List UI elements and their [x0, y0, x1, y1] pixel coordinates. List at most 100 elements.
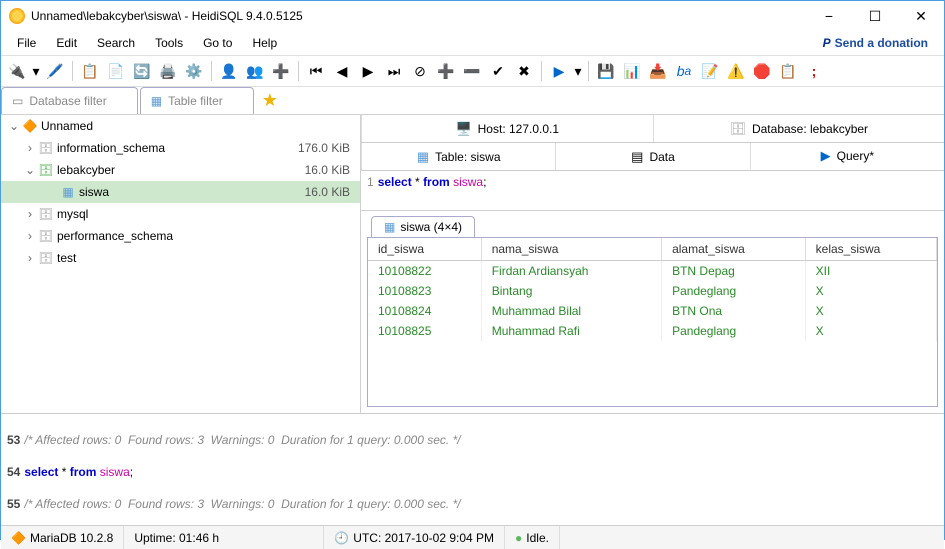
- table-icon: ▦: [417, 149, 429, 165]
- sql-editor[interactable]: 1select * from siswa;: [361, 171, 944, 211]
- expand-icon[interactable]: ⌄: [23, 163, 37, 177]
- menu-help[interactable]: Help: [242, 34, 287, 52]
- donate-link[interactable]: P Send a donation: [823, 36, 938, 50]
- expand-icon[interactable]: ›: [23, 229, 37, 243]
- table-row[interactable]: 10108825Muhammad RafiPandeglangX: [368, 321, 937, 341]
- tool-user-icon[interactable]: 👤: [217, 59, 241, 83]
- tool-format-icon[interactable]: ba: [672, 59, 696, 83]
- clock-icon: 🕘: [334, 531, 349, 545]
- tool-new-icon[interactable]: 🖊️: [43, 59, 67, 83]
- database-icon: 🗄: [37, 141, 55, 155]
- database-icon: 🗄: [37, 229, 55, 243]
- tool-print-icon[interactable]: 🖨️: [156, 59, 180, 83]
- col-header[interactable]: alamat_siswa: [662, 238, 806, 261]
- tab-table[interactable]: ▦ Table: siswa: [361, 143, 555, 170]
- menu-search[interactable]: Search: [87, 34, 145, 52]
- col-header[interactable]: kelas_siswa: [805, 238, 936, 261]
- table-row[interactable]: 10108824Muhammad BilalBTN OnaX: [368, 301, 937, 321]
- result-tab[interactable]: ▦ siswa (4×4): [371, 216, 475, 237]
- tool-refresh-icon[interactable]: 🔄: [130, 59, 154, 83]
- tool-commit-icon[interactable]: ✔: [486, 59, 510, 83]
- db-filter-icon: ▭: [12, 94, 23, 108]
- app-icon: [9, 8, 25, 24]
- tool-users-icon[interactable]: 👥: [243, 59, 267, 83]
- server-status-icon: 🔶: [11, 531, 26, 545]
- tool-copy-icon[interactable]: 📋: [78, 59, 102, 83]
- tree-item[interactable]: › 🗄 performance_schema: [1, 225, 360, 247]
- tool-cancel-icon[interactable]: ✖: [512, 59, 536, 83]
- table-filter-icon: ▦: [151, 94, 162, 108]
- tab-query[interactable]: ▶ Query*: [750, 143, 944, 170]
- tool-paste-icon[interactable]: 📄: [104, 59, 128, 83]
- tree-item[interactable]: ⌄ 🗄 lebakcyber 16.0 KiB: [1, 159, 360, 181]
- tool-stop2-icon[interactable]: 🛑: [750, 59, 774, 83]
- tool-settings-icon[interactable]: ⚙️: [182, 59, 206, 83]
- tree-item[interactable]: › 🗄 test: [1, 247, 360, 269]
- expand-icon[interactable]: ›: [23, 207, 37, 221]
- tool-semicolon-icon[interactable]: ;: [802, 59, 826, 83]
- table-row[interactable]: 10108822Firdan ArdiansyahBTN DepagXII: [368, 261, 937, 282]
- col-header[interactable]: nama_siswa: [481, 238, 661, 261]
- tool-run-dropdown-icon[interactable]: ▾: [573, 59, 583, 83]
- database-filter-tab[interactable]: ▭ Database filter: [1, 87, 138, 114]
- tab-database[interactable]: 🗄 Database: lebakcyber: [653, 115, 945, 142]
- tab-host[interactable]: 🖥️ Host: 127.0.0.1: [361, 115, 653, 142]
- menu-goto[interactable]: Go to: [193, 34, 242, 52]
- tool-last-icon[interactable]: ⏭: [382, 59, 406, 83]
- status-server: 🔶 MariaDB 10.2.8: [1, 526, 124, 549]
- tree-item[interactable]: › 🗄 information_schema 176.0 KiB: [1, 137, 360, 159]
- minimize-button[interactable]: −: [806, 1, 852, 31]
- tool-edit-icon[interactable]: 📝: [698, 59, 722, 83]
- query-run-icon: ▶: [821, 148, 831, 164]
- tool-remove-icon[interactable]: ➖: [460, 59, 484, 83]
- tree-item[interactable]: › 🗄 mysql: [1, 203, 360, 225]
- idle-dot-icon: ●: [515, 531, 522, 545]
- tool-export-icon[interactable]: 📊: [620, 59, 644, 83]
- menu-file[interactable]: File: [7, 34, 46, 52]
- menu-edit[interactable]: Edit: [46, 34, 87, 52]
- tool-first-icon[interactable]: ⏮: [304, 59, 328, 83]
- table-filter-tab[interactable]: ▦ Table filter: [140, 87, 254, 114]
- table-icon: ▦: [59, 185, 77, 199]
- database-tree[interactable]: ⌄ 🔶 Unnamed › 🗄 information_schema 176.0…: [1, 115, 361, 413]
- maximize-button[interactable]: ☐: [852, 1, 898, 31]
- status-uptime: Uptime: 01:46 h: [124, 526, 324, 549]
- server-icon: 🔶: [21, 119, 39, 133]
- col-header[interactable]: id_siswa: [368, 238, 481, 261]
- tool-dropdown-icon[interactable]: ▾: [31, 59, 41, 83]
- tool-adduser-icon[interactable]: ➕: [269, 59, 293, 83]
- tool-stop-icon[interactable]: ⊘: [408, 59, 432, 83]
- tool-checklist-icon[interactable]: 📋: [776, 59, 800, 83]
- expand-icon[interactable]: ⌄: [7, 119, 21, 133]
- tool-save-icon[interactable]: 💾: [594, 59, 618, 83]
- window-title: Unnamed\lebakcyber\siswa\ - HeidiSQL 9.4…: [31, 9, 806, 23]
- status-idle: ● Idle.: [505, 526, 560, 549]
- tool-next-icon[interactable]: ▶: [356, 59, 380, 83]
- tool-import-icon[interactable]: 📥: [646, 59, 670, 83]
- log-panel[interactable]: 53/* Affected rows: 0 Found rows: 3 Warn…: [1, 413, 944, 525]
- data-icon: ▤: [631, 149, 643, 165]
- status-bar: 🔶 MariaDB 10.2.8 Uptime: 01:46 h 🕘 UTC: …: [1, 525, 944, 549]
- close-button[interactable]: ✕: [898, 1, 944, 31]
- tree-root[interactable]: ⌄ 🔶 Unnamed: [1, 115, 360, 137]
- expand-icon[interactable]: ›: [23, 251, 37, 265]
- favorite-star-icon[interactable]: ★: [256, 87, 284, 114]
- menu-tools[interactable]: Tools: [145, 34, 193, 52]
- result-grid[interactable]: id_siswa nama_siswa alamat_siswa kelas_s…: [367, 237, 938, 407]
- table-row[interactable]: 10108823BintangPandeglangX: [368, 281, 937, 301]
- tool-run-icon[interactable]: ▶: [547, 59, 571, 83]
- status-utc: 🕘 UTC: 2017-10-02 9:04 PM: [324, 526, 505, 549]
- database-icon: 🗄: [729, 121, 746, 137]
- tool-connect-icon[interactable]: 🔌: [5, 59, 29, 83]
- toolbar: 🔌 ▾ 🖊️ 📋 📄 🔄 🖨️ ⚙️ 👤 👥 ➕ ⏮ ◀ ▶ ⏭ ⊘ ➕ ➖ ✔…: [1, 55, 944, 87]
- tool-warning-icon[interactable]: ⚠️: [724, 59, 748, 83]
- tree-item-selected[interactable]: ▦ siswa 16.0 KiB: [1, 181, 360, 203]
- menu-bar: File Edit Search Tools Go to Help P Send…: [1, 31, 944, 55]
- tool-prev-icon[interactable]: ◀: [330, 59, 354, 83]
- title-bar: Unnamed\lebakcyber\siswa\ - HeidiSQL 9.4…: [1, 1, 944, 31]
- table-icon: ▦: [384, 220, 395, 234]
- database-icon: 🗄: [37, 251, 55, 265]
- tab-data[interactable]: ▤ Data: [555, 143, 749, 170]
- expand-icon[interactable]: ›: [23, 141, 37, 155]
- tool-add-icon[interactable]: ➕: [434, 59, 458, 83]
